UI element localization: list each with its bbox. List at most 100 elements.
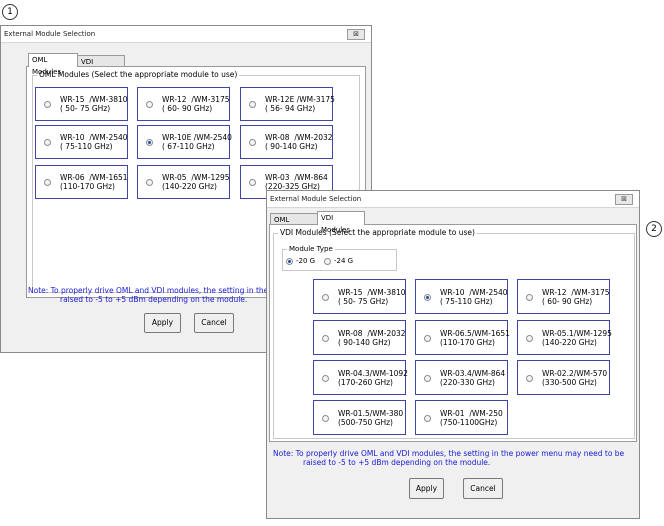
module-name: WR-05 /WM-1295 [162,173,230,182]
module-range: (110-170 GHz) [440,338,495,347]
module-option[interactable]: WR-10E /WM-2540( 67-110 GHz) [137,125,232,159]
close-icon[interactable]: ⊠ [347,29,365,40]
module-radio[interactable] [526,335,533,342]
module-option[interactable]: WR-10 /WM-2540( 75-110 GHz) [35,125,128,159]
tab-vdi-modules[interactable]: VDI Modules [317,211,365,234]
type-24g-radio[interactable] [324,258,331,265]
module-option[interactable]: WR-04.3/WM-1092 (170-260 GHz) [313,360,408,395]
module-radio[interactable] [526,375,533,382]
type-20g-radio[interactable] [286,258,293,265]
module-option[interactable]: WR-12E /WM-3175( 56- 94 GHz) [240,87,335,121]
power-note: Note: To properly drive OML and VDI modu… [273,449,635,467]
module-radio[interactable] [44,101,51,108]
module-name: WR-05.1/WM-1295 [542,329,612,338]
module-range: ( 67-110 GHz) [162,142,215,151]
cancel-button[interactable]: Cancel [463,478,503,499]
module-option[interactable]: WR-03.4/WM-864 (220-330 GHz) [415,360,508,395]
module-option[interactable]: WR-06 /WM-1651 (110-170 GHz) [35,165,128,199]
module-range: (110-170 GHz) [60,182,115,191]
module-range: ( 75-110 GHz) [60,142,113,151]
callout-2: 2 [646,221,662,237]
module-range: (500-750 GHz) [338,418,393,427]
module-option[interactable]: WR-01 /WM-250 (750-1100GHz) [415,400,508,435]
module-option[interactable]: WR-08 /WM-2032( 90-140 GHz) [313,320,406,355]
close-icon[interactable]: ⊠ [615,194,633,205]
module-radio[interactable] [146,139,153,146]
module-radio[interactable] [322,415,329,422]
module-radio[interactable] [424,294,431,301]
module-radio[interactable] [249,101,256,108]
module-radio[interactable] [424,335,431,342]
module-name: WR-03 /WM-864 [265,173,328,182]
module-name: WR-01.5/WM-380 [338,409,404,418]
apply-button[interactable]: Apply [144,313,181,333]
tab-strip: OML Modules VDI Modules [28,53,148,78]
module-range: ( 50- 75 GHz) [338,297,389,306]
module-option[interactable]: WR-12 /WM-3175( 60- 90 GHz) [517,279,610,314]
type-20g-label: -20 G [296,257,316,265]
dialog-titlebar: External Module Selection ⊠ [1,26,371,43]
module-radio[interactable] [424,375,431,382]
module-range: ( 90-140 GHz) [265,142,318,151]
module-name: WR-10 /WM-2540 [60,133,128,142]
module-name: WR-01 /WM-250 [440,409,503,418]
module-option[interactable]: WR-15 /WM-3810( 50- 75 GHz) [313,279,406,314]
module-radio[interactable] [44,139,51,146]
module-range: (220-330 GHz) [440,378,495,387]
module-radio[interactable] [146,101,153,108]
module-option[interactable]: WR-10 /WM-2540( 75-110 GHz) [415,279,508,314]
dialog-title: External Module Selection [270,195,362,203]
note-line-2: raised to -5 to +5 dBm depending on the … [303,458,491,467]
module-radio[interactable] [322,294,329,301]
module-name: WR-12 /WM-3175 [162,95,230,104]
module-range: (330-500 GHz) [542,378,597,387]
module-name: WR-15 /WM-3810 [338,288,406,297]
module-option[interactable]: WR-15 /WM-3810( 50- 75 GHz) [35,87,128,121]
apply-button[interactable]: Apply [409,478,444,499]
module-range: ( 75-110 GHz) [440,297,493,306]
module-name: WR-12 /WM-3175 [542,288,610,297]
tab-oml-modules[interactable]: OML Modules [28,53,78,76]
module-option[interactable]: WR-08 /WM-2032( 90-140 GHz) [240,125,333,159]
module-radio[interactable] [249,139,256,146]
module-option[interactable]: WR-01.5/WM-380 (500-750 GHz) [313,400,406,435]
module-range: (140-220 GHz) [162,182,217,191]
module-name: WR-15 /WM-3810 [60,95,128,104]
module-option[interactable]: WR-06.5/WM-1651 (110-170 GHz) [415,320,510,355]
module-name: WR-08 /WM-2032 [338,329,406,338]
module-range: ( 50- 75 GHz) [60,104,111,113]
dialog-title: External Module Selection [4,30,96,38]
callout-1: 1 [2,4,18,20]
module-radio[interactable] [526,294,533,301]
module-name: WR-03.4/WM-864 [440,369,506,378]
cancel-button[interactable]: Cancel [194,313,234,333]
module-name: WR-04.3/WM-1092 [338,369,408,378]
module-name: WR-08 /WM-2032 [265,133,333,142]
module-name: WR-06 /WM-1651 [60,173,128,182]
vdi-dialog-window: External Module Selection ⊠ OML Modules … [266,190,640,519]
module-radio[interactable] [146,179,153,186]
module-range: ( 60- 90 GHz) [542,297,593,306]
module-radio[interactable] [249,179,256,186]
module-range: (170-260 GHz) [338,378,393,387]
module-range: ( 56- 94 GHz) [265,104,316,113]
module-name: WR-06.5/WM-1651 [440,329,510,338]
module-type-group: Module Type -20 G -24 G [282,245,397,271]
module-option[interactable]: WR-05.1/WM-1295 (140-220 GHz) [517,320,612,355]
module-radio[interactable] [424,415,431,422]
module-option[interactable]: WR-12 /WM-3175( 60- 90 GHz) [137,87,230,121]
module-name: WR-02.2/WM-570 [542,369,608,378]
module-radio[interactable] [322,335,329,342]
module-type-label: Module Type [287,245,335,253]
group-label: VDI Modules (Select the appropriate modu… [278,228,477,237]
module-option[interactable]: WR-02.2/WM-570 (330-500 GHz) [517,360,610,395]
module-range: (750-1100GHz) [440,418,498,427]
module-option[interactable]: WR-05 /WM-1295 (140-220 GHz) [137,165,230,199]
module-range: ( 90-140 GHz) [338,338,391,347]
dialog-titlebar: External Module Selection ⊠ [267,191,639,208]
module-name: WR-10 /WM-2540 [440,288,508,297]
module-radio[interactable] [322,375,329,382]
note-line-1: Note: To properly drive OML and VDI modu… [273,449,625,458]
module-range: (140-220 GHz) [542,338,597,347]
module-radio[interactable] [44,179,51,186]
